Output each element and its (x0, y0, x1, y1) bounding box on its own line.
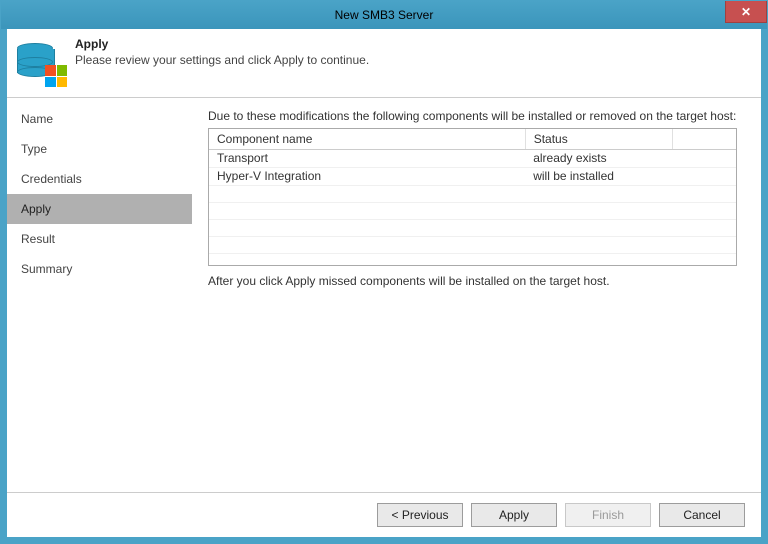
wizard-footer: < Previous Apply Finish Cancel (7, 492, 761, 537)
wizard-header: Apply Please review your settings and cl… (7, 29, 761, 98)
cell-component-name: Transport (209, 150, 525, 168)
table-row[interactable]: Hyper-V Integration will be installed (209, 168, 736, 186)
cancel-button[interactable]: Cancel (659, 503, 745, 527)
step-credentials[interactable]: Credentials (7, 164, 192, 194)
step-apply[interactable]: Apply (7, 194, 192, 224)
window-title: New SMB3 Server (335, 8, 434, 22)
components-table: Component name Status Transport already … (208, 128, 737, 266)
apply-button[interactable]: Apply (471, 503, 557, 527)
col-header-status[interactable]: Status (525, 129, 673, 150)
table-row (209, 186, 736, 203)
step-type[interactable]: Type (7, 134, 192, 164)
page-subtitle: Please review your settings and click Ap… (75, 53, 369, 67)
close-icon: ✕ (741, 5, 751, 19)
cell-component-name: Hyper-V Integration (209, 168, 525, 186)
window-body: Apply Please review your settings and cl… (1, 29, 767, 543)
step-summary[interactable]: Summary (7, 254, 192, 284)
server-windows-icon (17, 37, 65, 85)
cell-status: already exists (525, 150, 673, 168)
wizard-steps: Name Type Credentials Apply Result Summa… (7, 98, 192, 492)
col-header-extra[interactable] (673, 129, 736, 150)
close-button[interactable]: ✕ (725, 1, 767, 23)
table-row (209, 203, 736, 220)
titlebar: New SMB3 Server ✕ (1, 1, 767, 29)
table-row (209, 237, 736, 254)
previous-button[interactable]: < Previous (377, 503, 463, 527)
cell-status: will be installed (525, 168, 673, 186)
finish-button: Finish (565, 503, 651, 527)
table-row[interactable]: Transport already exists (209, 150, 736, 168)
wizard-content: Due to these modifications the following… (192, 98, 761, 492)
wizard-window: New SMB3 Server ✕ Apply Please review yo… (0, 0, 768, 544)
after-note: After you click Apply missed components … (208, 274, 737, 288)
step-name[interactable]: Name (7, 104, 192, 134)
step-result[interactable]: Result (7, 224, 192, 254)
table-row (209, 220, 736, 237)
intro-text: Due to these modifications the following… (208, 108, 737, 124)
page-title: Apply (75, 37, 369, 51)
col-header-name[interactable]: Component name (209, 129, 525, 150)
